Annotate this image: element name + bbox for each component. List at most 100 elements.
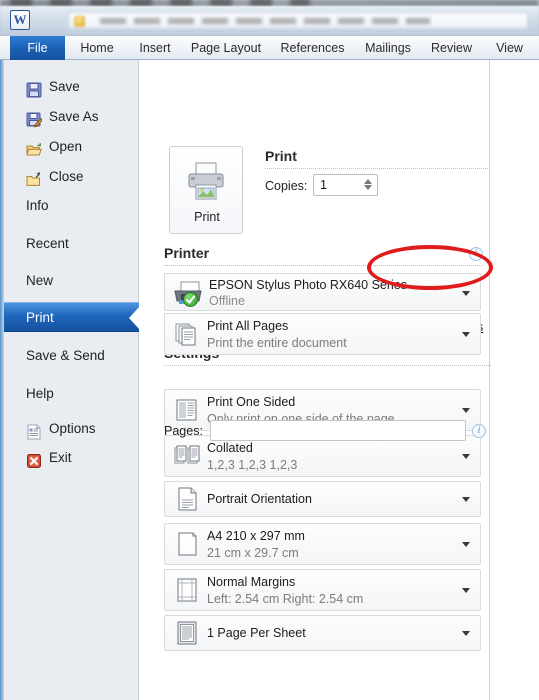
printer-device-icon — [173, 280, 203, 307]
pages-per-sheet-icon — [174, 620, 200, 646]
printer-selector[interactable]: EPSON Stylus Photo RX640 Series Offline — [164, 273, 481, 311]
setting-combo-normal-margins[interactable]: Normal Margins Left: 2.54 cm Right: 2.54 … — [164, 569, 481, 611]
sidebar-item-label: Recent — [26, 236, 69, 251]
ribbon-tab-references[interactable]: References — [275, 36, 350, 60]
window-chrome: W — [0, 0, 539, 36]
setting-subtitle: 21 cm x 29.7 cm — [207, 546, 299, 560]
copies-value: 1 — [320, 178, 327, 192]
pages-input[interactable] — [210, 420, 466, 441]
sidebar-item-help[interactable]: Help — [4, 379, 139, 409]
close-folder-icon — [26, 169, 42, 186]
sidebar-item-new[interactable]: New — [4, 266, 139, 296]
setting-title: 1 Page Per Sheet — [207, 626, 306, 640]
save-floppy-icon — [26, 79, 42, 98]
setting-title: A4 210 x 297 mm — [207, 529, 305, 543]
sidebar-item-print[interactable]: Print — [4, 302, 140, 332]
setting-combo-collated[interactable]: Collated 1,2,3 1,2,3 1,2,3 — [164, 435, 481, 477]
printer-ready-check-icon — [183, 292, 198, 307]
options-doc-icon — [26, 421, 42, 440]
ribbon-tab-insert[interactable]: Insert — [130, 36, 180, 60]
collated-icon — [174, 443, 200, 469]
sidebar-item-info[interactable]: Info — [4, 191, 139, 221]
ribbon-tab-file[interactable]: File — [10, 36, 65, 60]
portrait-page-icon — [174, 486, 200, 512]
dropdown-caret-icon[interactable] — [462, 588, 470, 593]
setting-subtitle: Print the entire document — [207, 336, 347, 350]
word-print-backstage: W File Home Insert Page Layout References Mai… — [0, 0, 539, 700]
sidebar-item-exit[interactable]: Exit — [4, 443, 139, 473]
sidebar-item-label: Exit — [49, 450, 72, 465]
setting-combo-portrait-orientation[interactable]: Portrait Orientation — [164, 481, 481, 517]
spinner-up-icon[interactable] — [363, 179, 372, 184]
favicon-icon — [74, 16, 85, 27]
save-as-icon — [26, 109, 44, 128]
printer-status: Offline — [209, 294, 245, 308]
setting-title: Portrait Orientation — [207, 492, 312, 506]
sidebar-item-label: Options — [49, 421, 96, 436]
sidebar-item-save[interactable]: Save — [4, 72, 139, 102]
setting-subtitle: 1,2,3 1,2,3 1,2,3 — [207, 458, 298, 472]
printer-section-rule — [164, 265, 484, 266]
sidebar-item-close[interactable]: Close — [4, 162, 139, 192]
blurred-address-text — [100, 18, 430, 24]
pages-info-icon[interactable]: i — [472, 424, 486, 438]
sidebar-item-label: New — [26, 273, 54, 288]
dropdown-caret-icon[interactable] — [462, 332, 470, 337]
sidebar-item-save-send[interactable]: Save & Send — [4, 341, 139, 371]
backstage-sidebar: Save Save As Open Close Info Recent New Print Sa… — [0, 60, 140, 700]
ribbon-tab-view[interactable]: View — [487, 36, 532, 60]
dropdown-caret-icon[interactable] — [462, 408, 470, 413]
printer-dropdown-caret-icon[interactable] — [462, 291, 470, 296]
ribbon-tab-home[interactable]: Home — [72, 36, 122, 60]
print-preview-pane — [491, 60, 539, 700]
setting-combo-a4-210-x-297-mm[interactable]: A4 210 x 297 mm 21 cm x 29.7 cm — [164, 523, 481, 565]
ribbon-tab-page-layout[interactable]: Page Layout — [186, 36, 266, 60]
copies-label: Copies: — [265, 179, 308, 193]
print-button-label: Print — [194, 210, 220, 224]
exit-x-icon — [26, 450, 42, 468]
sidebar-item-label: Save As — [49, 109, 99, 124]
dropdown-caret-icon[interactable] — [462, 454, 470, 459]
ribbon-tab-bar: File Home Insert Page Layout References Maili… — [0, 36, 539, 60]
printer-name: EPSON Stylus Photo RX640 Series — [209, 278, 408, 292]
sidebar-item-recent[interactable]: Recent — [4, 229, 139, 259]
pages-stack-icon — [174, 321, 200, 347]
print-settings-pane: Print Print Copies: 1 Printer i EPSON St… — [139, 60, 539, 700]
sidebar-item-open[interactable]: Open — [4, 132, 139, 162]
printer-icon — [185, 161, 227, 201]
copies-spinner[interactable] — [363, 178, 372, 194]
copies-stepper[interactable]: 1 — [313, 174, 378, 196]
margins-icon — [174, 577, 200, 603]
sidebar-item-label: Save & Send — [26, 348, 105, 363]
setting-subtitle: Left: 2.54 cm Right: 2.54 cm — [207, 592, 364, 606]
sidebar-item-label: Print — [26, 310, 54, 325]
setting-combo-print-all-pages[interactable]: Print All Pages Print the entire document — [164, 313, 481, 355]
word-logo-icon: W — [10, 10, 30, 30]
setting-title: Normal Margins — [207, 575, 296, 589]
open-folder-icon — [26, 139, 42, 156]
ribbon-tab-review[interactable]: Review — [424, 36, 479, 60]
sidebar-item-label: Close — [49, 169, 84, 184]
print-section-title: Print — [265, 148, 297, 164]
settings-section-rule — [164, 365, 507, 366]
setting-combo-1-page-per-sheet[interactable]: 1 Page Per Sheet — [164, 615, 481, 651]
sidebar-item-label: Info — [26, 198, 49, 213]
sidebar-item-label: Save — [49, 79, 80, 94]
setting-title: Print All Pages — [207, 319, 289, 333]
dropdown-caret-icon[interactable] — [462, 631, 470, 636]
print-button[interactable]: Print — [169, 146, 243, 234]
sidebar-item-label: Open — [49, 139, 83, 154]
pages-label: Pages: — [164, 424, 203, 438]
printer-section-title: Printer — [164, 245, 210, 261]
sidebar-item-save-as[interactable]: Save As — [4, 102, 139, 132]
spinner-down-icon[interactable] — [363, 185, 372, 190]
one-sided-icon — [174, 397, 200, 423]
sidebar-item-options[interactable]: Options — [4, 414, 139, 444]
sidebar-item-label: Help — [26, 386, 54, 401]
setting-title: Print One Sided — [207, 395, 296, 409]
dropdown-caret-icon[interactable] — [462, 542, 470, 547]
ribbon-tab-mailings[interactable]: Mailings — [358, 36, 418, 60]
printer-info-icon[interactable]: i — [469, 247, 483, 261]
dropdown-caret-icon[interactable] — [462, 497, 470, 502]
setting-title: Collated — [207, 441, 253, 455]
